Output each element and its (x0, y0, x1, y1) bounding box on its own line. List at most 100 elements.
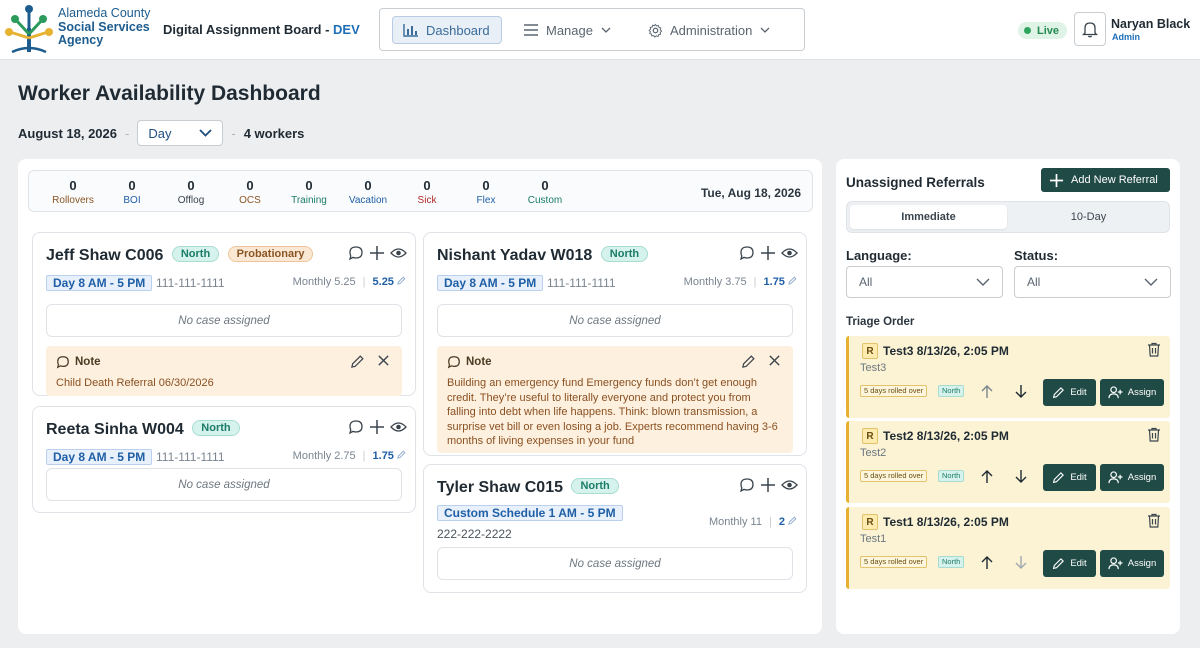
eye-icon[interactable] (781, 478, 798, 492)
pencil-icon[interactable] (788, 276, 797, 285)
worker-actions (739, 245, 798, 261)
plus-icon[interactable] (760, 477, 776, 493)
eye-icon[interactable] (390, 246, 407, 260)
arrow-down-icon[interactable] (1015, 469, 1027, 484)
live-dot-icon (1024, 27, 1031, 34)
arrow-down-icon[interactable] (1015, 555, 1027, 570)
view-select[interactable]: Day (137, 120, 224, 146)
worker-name[interactable]: Nishant Yadav W018 (437, 247, 592, 264)
close-icon[interactable] (377, 354, 390, 367)
plus-icon[interactable] (369, 419, 385, 435)
monthly-value[interactable]: 5.25 (373, 276, 394, 288)
monthly-value[interactable]: 1.75 (764, 276, 785, 288)
worker-card: Jeff Shaw C006 North Probationary Day 8 … (32, 232, 416, 396)
stat-training[interactable]: 0 Training (279, 178, 339, 206)
note-header: Note (447, 355, 492, 369)
logo-tree-icon (5, 5, 53, 54)
trash-icon[interactable] (1147, 427, 1161, 442)
edit-referral-button[interactable]: Edit (1043, 464, 1096, 491)
arrow-down-icon[interactable] (1015, 384, 1027, 399)
tab-10-day[interactable]: 10-Day (1010, 205, 1167, 229)
pencil-icon[interactable] (397, 450, 406, 459)
worker-actions (348, 245, 407, 261)
nav-dashboard[interactable]: Dashboard (392, 16, 502, 44)
tab-immediate[interactable]: Immediate (850, 205, 1007, 229)
referral-card[interactable]: R Test2 8/13/26, 2:05 PM Test2 5 days ro… (846, 421, 1170, 503)
arrow-up-icon[interactable] (981, 469, 993, 484)
worker-phone: 111-111-1111 (156, 276, 225, 290)
stat-ocs[interactable]: 0 OCS (220, 178, 280, 206)
stat-offlog[interactable]: 0 Offlog (161, 178, 221, 206)
stat-custom[interactable]: 0 Custom (515, 178, 575, 206)
edit-referral-button[interactable]: Edit (1043, 550, 1096, 577)
referral-type-badge: R (862, 343, 878, 359)
trash-icon[interactable] (1147, 513, 1161, 528)
pencil-icon[interactable] (350, 354, 365, 369)
trash-icon[interactable] (1147, 342, 1161, 357)
stat-sick[interactable]: 0 Sick (397, 178, 457, 206)
worker-phone: 111-111-1111 (547, 276, 616, 290)
stat-vacation[interactable]: 0 Vacation (338, 178, 398, 206)
assign-label: Assign (1127, 472, 1157, 483)
nav-manage[interactable]: Manage (523, 16, 611, 44)
worker-name[interactable]: Jeff Shaw C006 (46, 247, 163, 264)
monthly-label: Monthly 5.25 (292, 276, 356, 288)
plus-icon[interactable] (369, 245, 385, 261)
stat-label: Rollovers (52, 195, 94, 206)
monthly-value[interactable]: 2 (779, 516, 785, 528)
plus-icon[interactable] (760, 245, 776, 261)
add-referral-button[interactable]: Add New Referral (1041, 168, 1170, 192)
shift-badge: Day 8 AM - 5 PM (46, 275, 153, 291)
comment-icon[interactable] (348, 245, 364, 261)
pencil-icon[interactable] (741, 354, 756, 369)
worker-name[interactable]: Reeta Sinha W004 (46, 421, 184, 438)
assign-label: Assign (1127, 387, 1157, 398)
worker-name[interactable]: Tyler Shaw C015 (437, 479, 563, 496)
monthly-separator: | (768, 516, 772, 528)
separator: - (231, 125, 236, 141)
note-label: Note (466, 356, 492, 368)
stat-value: 0 (187, 178, 195, 193)
monthly-label: Monthly 3.75 (683, 276, 747, 288)
eye-icon[interactable] (781, 246, 798, 260)
arrow-up-icon[interactable] (981, 555, 993, 570)
env-separator: - (325, 22, 330, 37)
note-label: Note (75, 356, 101, 368)
monthly-load: Monthly 3.75 | 1.75 (684, 276, 797, 288)
referral-card[interactable]: R Test1 8/13/26, 2:05 PM Test1 5 days ro… (846, 507, 1170, 589)
stat-boi[interactable]: 0 BOI (102, 178, 162, 206)
pencil-icon[interactable] (788, 516, 797, 525)
edit-label: Edit (1070, 558, 1087, 569)
shift-badge: Day 8 AM - 5 PM (46, 449, 153, 465)
comment-icon[interactable] (739, 245, 755, 261)
status-select[interactable]: All (1014, 266, 1171, 298)
comment-icon[interactable] (348, 419, 364, 435)
assign-referral-button[interactable]: Assign (1100, 550, 1164, 577)
comment-icon[interactable] (739, 477, 755, 493)
shift-badge: Day 8 AM - 5 PM (437, 275, 544, 291)
pencil-icon[interactable] (397, 276, 406, 285)
stat-rollovers[interactable]: 0 Rollovers (43, 178, 103, 206)
no-case-box: No case assigned (437, 547, 793, 580)
worker-card: Reeta Sinha W004 North Day 8 AM - 5 PM 1… (32, 406, 416, 513)
eye-icon[interactable] (390, 420, 407, 434)
referral-card[interactable]: R Test3 8/13/26, 2:05 PM Test3 5 days ro… (846, 336, 1170, 418)
current-date: August 18, 2026 (18, 125, 117, 141)
arrow-up-icon[interactable] (981, 384, 993, 399)
assign-referral-button[interactable]: Assign (1100, 379, 1164, 406)
close-icon[interactable] (768, 354, 781, 367)
view-select-value: Day (148, 125, 172, 141)
notifications-button[interactable] (1074, 12, 1106, 46)
assign-referral-button[interactable]: Assign (1100, 464, 1164, 491)
user-name[interactable]: Naryan Black (1111, 17, 1190, 31)
nav-administration[interactable]: Administration (648, 16, 770, 44)
edit-referral-button[interactable]: Edit (1043, 379, 1096, 406)
live-status-badge: Live (1018, 22, 1068, 39)
worker-count: 4 workers (243, 125, 305, 141)
monthly-value[interactable]: 1.75 (373, 450, 394, 462)
stat-flex[interactable]: 0 Flex (456, 178, 516, 206)
stat-label: Vacation (348, 195, 388, 206)
unassigned-referrals-panel: Unassigned Referrals Add New Referral Im… (836, 159, 1180, 634)
language-select[interactable]: All (846, 266, 1003, 298)
stat-value: 0 (69, 178, 77, 193)
